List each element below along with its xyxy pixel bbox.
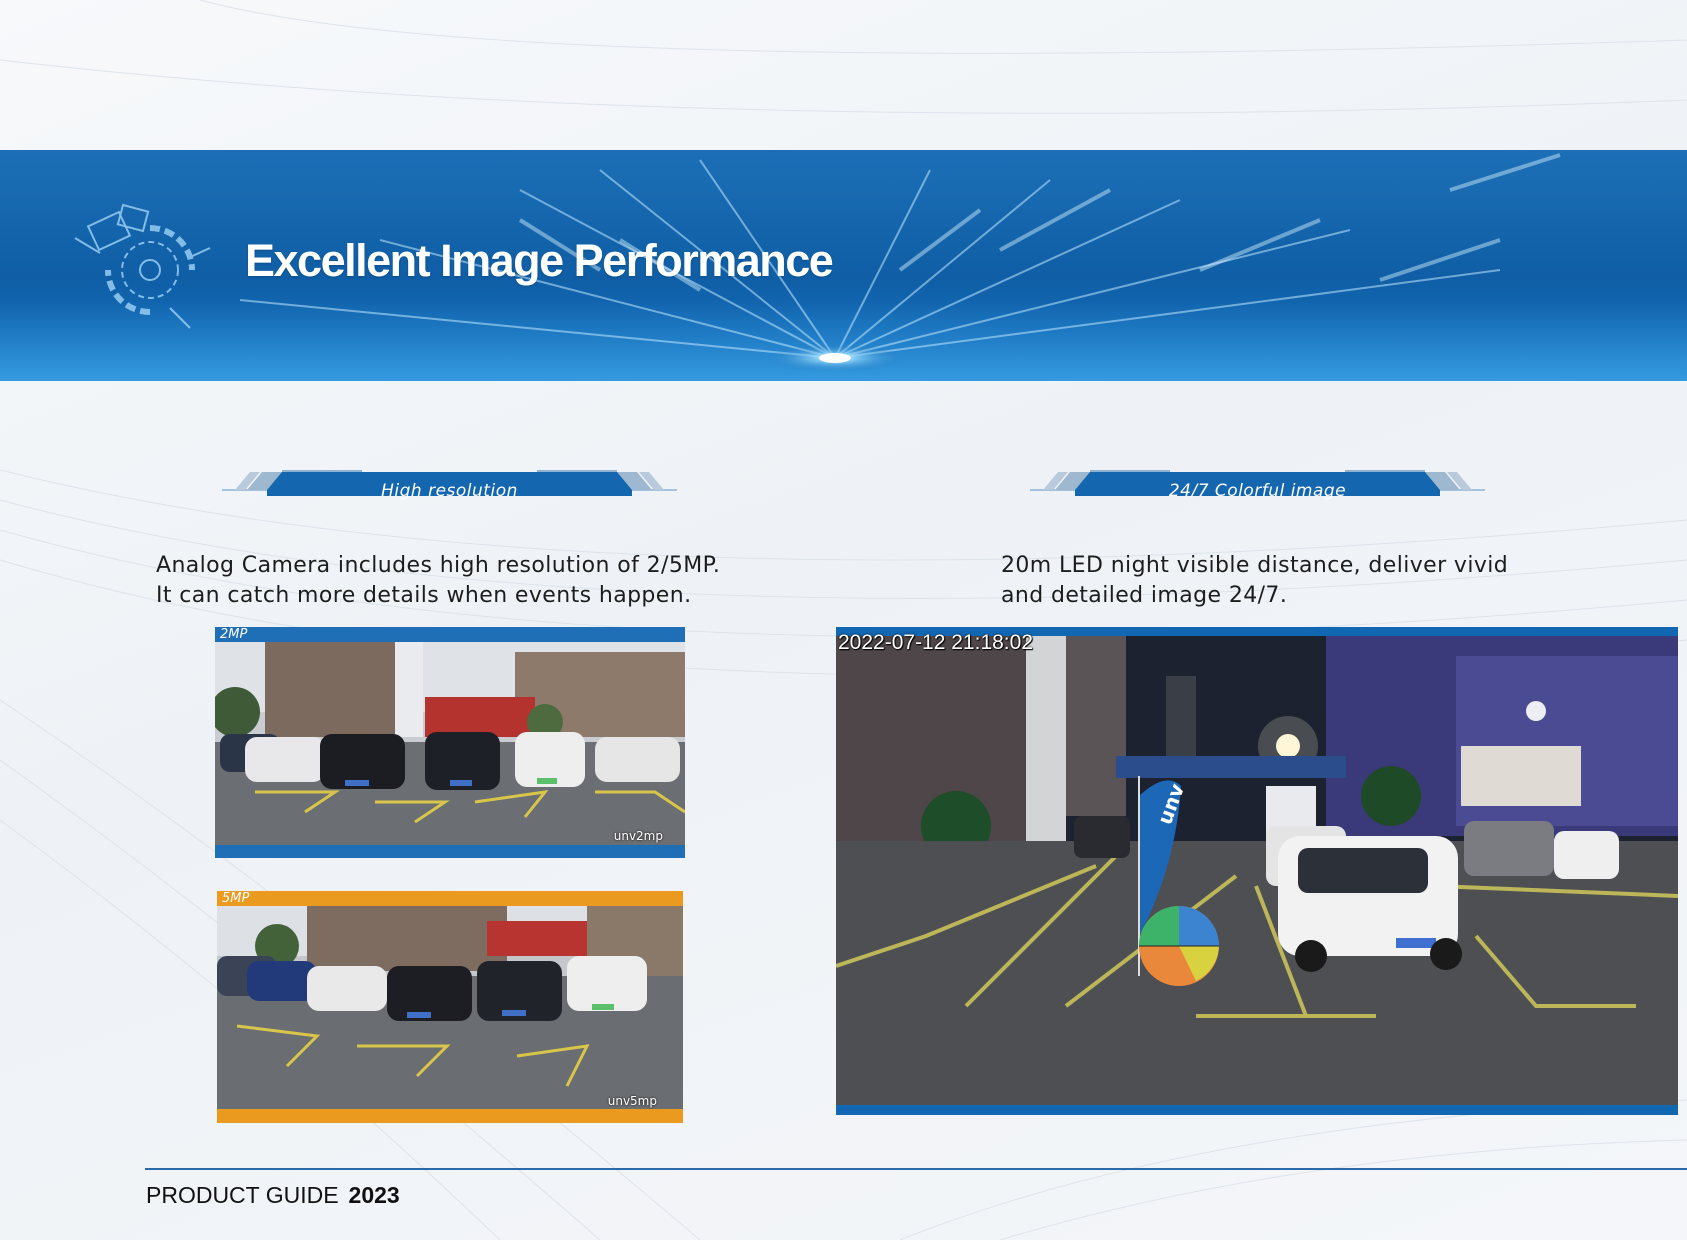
camera-frame-footer <box>215 845 685 858</box>
camera-image-5mp: 5MP unv5mp <box>217 891 683 1123</box>
section-tag-label: High resolution <box>381 481 518 501</box>
camera-watermark: unv2mp <box>613 829 663 843</box>
parking-lot-day-scene <box>215 642 685 845</box>
camera-frame-footer <box>836 1106 1678 1115</box>
description-line: Analog Camera includes high resolution o… <box>156 553 721 578</box>
footer-year: 2023 <box>348 1182 400 1208</box>
description-high-resolution: Analog Camera includes high resolution o… <box>156 551 776 611</box>
page-title: Excellent Image Performance <box>245 235 834 286</box>
header-banner: Excellent Image Performance <box>0 150 1687 381</box>
description-line: and detailed image 24/7. <box>1001 583 1288 608</box>
camera-watermark: unv5mp <box>607 1094 657 1108</box>
camera-frame-footer <box>217 1110 683 1123</box>
camera-image-night-color: unv 2022-07-12 21:18:02 <box>836 627 1678 1115</box>
footer-label: PRODUCT GUIDE <box>146 1182 339 1208</box>
description-line: 20m LED night visible distance, deliver … <box>1001 553 1509 578</box>
section-tag-high-resolution: High resolution <box>222 462 677 502</box>
camera-resolution-label: 5MP <box>222 891 250 906</box>
camera-timestamp: 2022-07-12 21:18:02 <box>838 631 1033 654</box>
section-tag-colorful-image: 24/7 Colorful image <box>1030 462 1485 502</box>
footer-divider <box>145 1168 1687 1170</box>
camera-resolution-label: 2MP <box>220 627 248 642</box>
description-colorful-image: 20m LED night visible distance, deliver … <box>1001 551 1621 611</box>
section-tag-label: 24/7 Colorful image <box>1168 481 1347 501</box>
camera-image-2mp: 2MP unv2mp <box>215 627 685 858</box>
description-line: It can catch more details when events ha… <box>156 583 692 608</box>
footer-product-guide: PRODUCT GUIDE 2023 <box>146 1182 400 1209</box>
parking-lot-night-scene <box>836 636 1678 1105</box>
parking-lot-day-scene <box>217 906 683 1109</box>
camera-lens-emblem-icon <box>74 203 211 329</box>
